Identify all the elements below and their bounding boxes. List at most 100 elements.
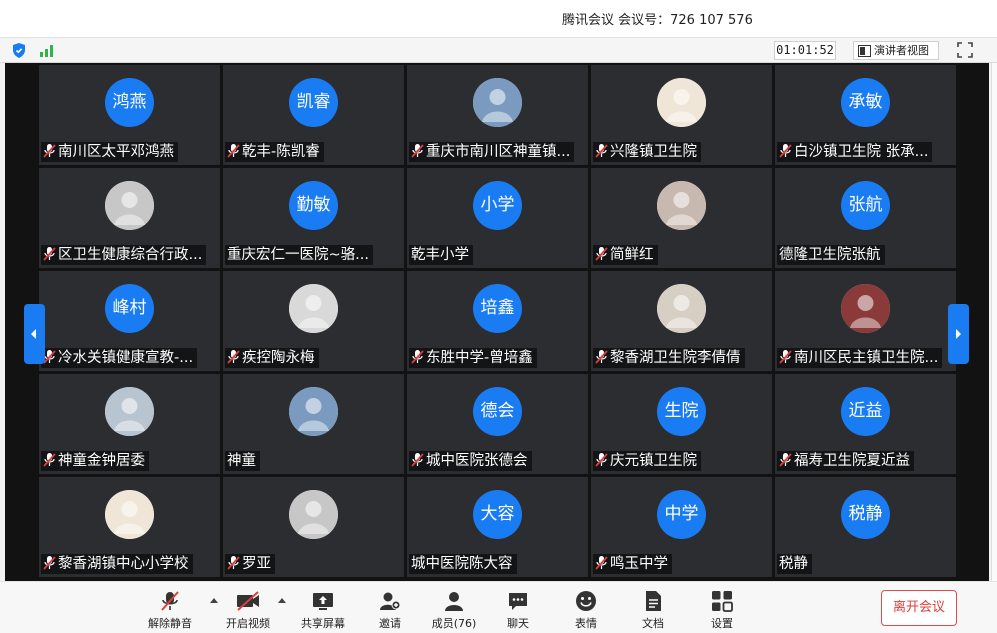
participant-tile[interactable]: 德会城中医院张德会 [407, 374, 588, 474]
participant-name: 东胜中学-曾培鑫 [426, 350, 533, 366]
participant-name: 区卫生健康综合行政... [58, 247, 203, 263]
chevron-left-icon [31, 329, 36, 339]
invite-label: 邀请 [379, 617, 401, 630]
mic-muted-icon [43, 247, 56, 261]
participant-avatar: 小学 [473, 181, 522, 230]
video-options-caret[interactable] [278, 598, 286, 603]
participant-tile[interactable]: 疾控陶永梅 [223, 271, 404, 371]
mic-muted-icon [411, 144, 424, 158]
presenter-view-label: 演讲者视图 [874, 44, 929, 57]
participant-name-tag: 东胜中学-曾培鑫 [409, 348, 537, 368]
participant-avatar [105, 490, 154, 539]
fullscreen-icon[interactable] [957, 42, 973, 58]
leave-meeting-button[interactable]: 离开会议 [881, 590, 957, 626]
participant-avatar: 鸿燕 [105, 78, 154, 127]
participant-name-tag: 德隆卫生院张航 [777, 245, 885, 265]
participant-tile[interactable]: 大容 城中医院陈大容 [407, 477, 588, 577]
participant-tile[interactable]: 重庆市南川区神童镇... [407, 65, 588, 165]
participant-tile[interactable]: 区卫生健康综合行政... [39, 168, 220, 268]
window-edge [991, 63, 997, 581]
participant-tile[interactable]: 黎香湖镇中心小学校 [39, 477, 220, 577]
participant-name: 庆元镇卫生院 [610, 453, 697, 469]
participant-avatar: 承敏 [841, 78, 890, 127]
participant-tile[interactable]: 黎香湖卫生院李倩倩 [591, 271, 772, 371]
mic-muted-icon [595, 556, 608, 570]
unmute-button[interactable]: 解除静音 [140, 584, 200, 632]
participant-tile[interactable]: 近益 福寿卫生院夏近益 [775, 374, 956, 474]
mic-muted-icon [161, 591, 179, 611]
mic-muted-icon [411, 453, 424, 467]
participant-name: 神童 [227, 453, 256, 469]
chat-button[interactable]: 聊天 [488, 584, 548, 632]
participant-name: 城中医院张德会 [426, 453, 528, 469]
participant-tile[interactable]: 生院 庆元镇卫生院 [591, 374, 772, 474]
participant-tile[interactable]: 兴隆镇卫生院 [591, 65, 772, 165]
participant-avatar [657, 181, 706, 230]
participant-avatar: 勤敏 [289, 181, 338, 230]
chat-label: 聊天 [507, 617, 529, 630]
participant-tile[interactable]: 凯睿 乾丰-陈凯睿 [223, 65, 404, 165]
participant-name: 重庆市南川区神童镇... [426, 144, 571, 160]
settings-grid-icon [712, 591, 733, 612]
docs-button[interactable]: 文档 [623, 584, 683, 632]
members-button[interactable]: 成员(76) [424, 584, 484, 632]
participant-name-tag: 乾丰小学 [409, 245, 473, 265]
participant-tile[interactable]: 峰村冷水关镇健康宣教-... [39, 271, 220, 371]
participant-name-tag: 黎香湖卫生院李倩倩 [593, 348, 745, 368]
mic-muted-icon [595, 453, 608, 467]
share-screen-button[interactable]: 共享屏幕 [293, 584, 353, 632]
participant-name-tag: 兴隆镇卫生院 [593, 142, 701, 162]
participant-tile[interactable]: 承敏白沙镇卫生院 张承... [775, 65, 956, 165]
participant-tile[interactable]: 勤敏 重庆宏仁一医院~骆... [223, 168, 404, 268]
emoji-label: 表情 [575, 617, 597, 630]
signal-icon[interactable] [40, 44, 56, 57]
camera-off-icon [237, 591, 259, 611]
participant-tile[interactable]: 罗亚 [223, 477, 404, 577]
participant-name: 神童金钟居委 [58, 453, 145, 469]
participant-tile[interactable]: 神童 [223, 374, 404, 474]
participant-name-tag: 黎香湖镇中心小学校 [41, 554, 193, 574]
participant-name: 南川区太平邓鸿燕 [58, 144, 174, 160]
shield-icon[interactable] [12, 43, 26, 58]
participant-name-tag: 白沙镇卫生院 张承... [777, 142, 933, 162]
participant-tile[interactable]: 培鑫 东胜中学-曾培鑫 [407, 271, 588, 371]
participant-tile[interactable]: 小学 乾丰小学 [407, 168, 588, 268]
participant-name-tag: 庆元镇卫生院 [593, 451, 701, 471]
settings-button[interactable]: 设置 [692, 584, 752, 632]
document-icon [646, 591, 661, 611]
participant-name: 疾控陶永梅 [242, 350, 315, 366]
participant-avatar [841, 284, 890, 333]
participant-avatar: 税静 [841, 490, 890, 539]
window-title: 腾讯会议 会议号：726 107 576 [562, 13, 753, 28]
participant-tile[interactable]: 鸿燕南川区太平邓鸿燕 [39, 65, 220, 165]
participant-tile[interactable]: 神童金钟居委 [39, 374, 220, 474]
mic-muted-icon [43, 144, 56, 158]
participant-tile[interactable]: 南川区民主镇卫生院... [775, 271, 956, 371]
participant-tile[interactable]: 张航德隆卫生院张航 [775, 168, 956, 268]
participant-name: 罗亚 [242, 556, 271, 572]
emoji-button[interactable]: 表情 [556, 584, 616, 632]
unmute-label: 解除静音 [148, 617, 192, 630]
participant-avatar: 张航 [841, 181, 890, 230]
presenter-view-button[interactable]: 演讲者视图 [853, 41, 939, 60]
start-video-button[interactable]: 开启视频 [218, 584, 278, 632]
mic-muted-icon [227, 556, 240, 570]
participant-avatar [289, 490, 338, 539]
participant-name-tag: 冷水关镇健康宣教-... [41, 348, 198, 368]
prev-page-button[interactable] [24, 304, 45, 364]
chat-icon [509, 593, 527, 610]
participant-avatar: 大容 [473, 490, 522, 539]
participant-avatar: 德会 [473, 387, 522, 436]
participant-tile[interactable]: 中学 鸣玉中学 [591, 477, 772, 577]
participant-name-tag: 鸣玉中学 [593, 554, 672, 574]
audio-options-caret[interactable] [210, 598, 218, 603]
next-page-button[interactable] [948, 304, 969, 364]
participant-tile[interactable]: 简鲜红 [591, 168, 772, 268]
mic-muted-icon [595, 144, 608, 158]
participant-name: 德隆卫生院张航 [779, 247, 881, 263]
mic-muted-icon [43, 556, 56, 570]
participant-name-tag: 乾丰-陈凯睿 [225, 142, 324, 162]
participant-avatar: 峰村 [105, 284, 154, 333]
participant-tile[interactable]: 税静 税静 [775, 477, 956, 577]
invite-button[interactable]: 邀请 [360, 584, 420, 632]
